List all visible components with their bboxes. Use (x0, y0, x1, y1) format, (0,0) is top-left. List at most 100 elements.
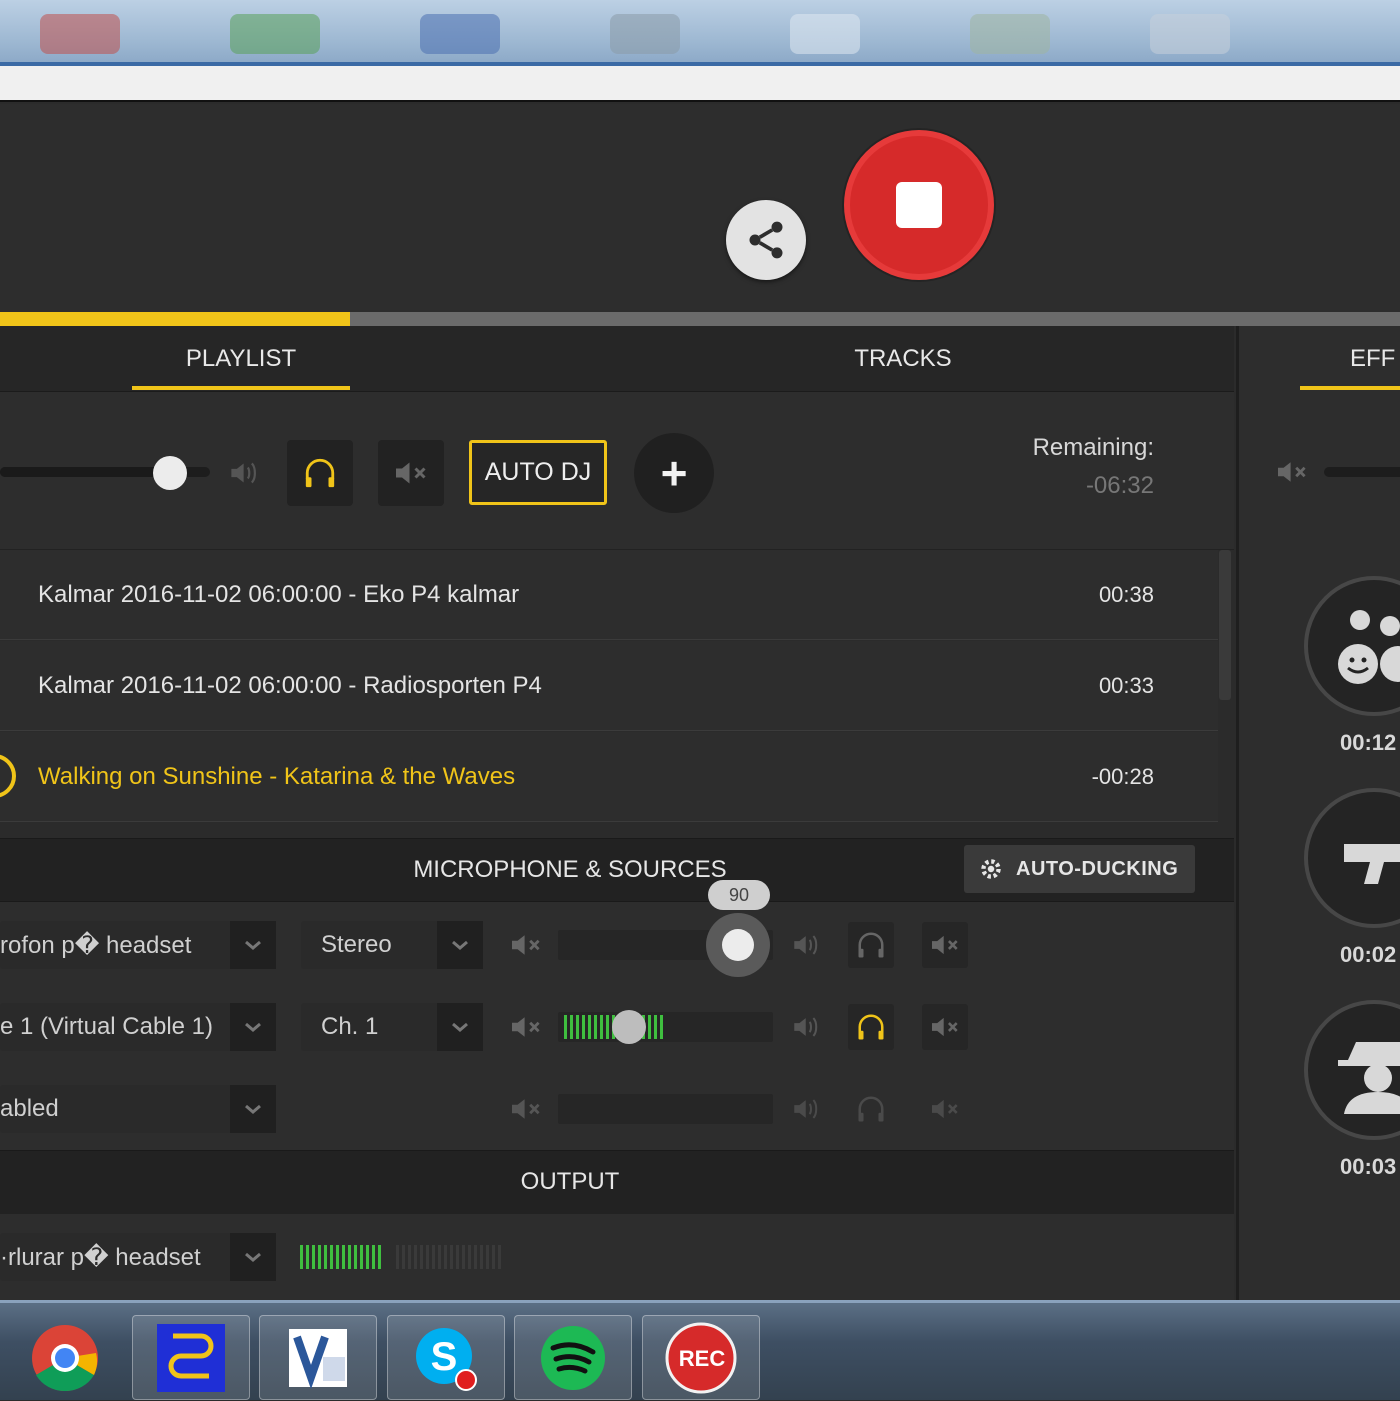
auto-ducking-button[interactable]: AUTO-DUCKING (964, 845, 1195, 893)
mute-icon (932, 1099, 958, 1119)
chevron-down-icon (230, 1233, 276, 1281)
headphones-icon (858, 1014, 884, 1040)
source-monitor-button[interactable] (848, 922, 894, 968)
playlist-volume-fill (0, 467, 160, 477)
taskbar-skype[interactable]: S (387, 1315, 505, 1400)
share-icon (749, 221, 783, 259)
chevron-down-icon (437, 921, 483, 969)
track-title: Walking on Sunshine - Katarina & the Wav… (38, 762, 516, 790)
taskbar-chrome[interactable] (6, 1315, 124, 1400)
source-device-select[interactable]: e 1 (Virtual Cable 1) (0, 1003, 276, 1051)
track-duration: 00:33 (1098, 672, 1154, 698)
volume-up-icon[interactable] (788, 1094, 826, 1124)
chrome-icon (32, 1324, 98, 1391)
source-device-value: abled (0, 1095, 59, 1122)
tab-tracks[interactable]: TRACKS (780, 326, 1026, 392)
taskbar-rec-app[interactable]: REC (642, 1315, 760, 1400)
tab-playlist[interactable]: PLAYLIST (132, 326, 350, 392)
chevron-down-icon (437, 1003, 483, 1051)
effect-time: 00:02 (1340, 942, 1397, 967)
source-mute-button[interactable] (922, 1086, 968, 1132)
progress-fill (0, 312, 350, 326)
effect-pad-spy[interactable] (1304, 1000, 1400, 1140)
source-mute-icon[interactable] (506, 1094, 546, 1124)
volume-value-badge: 90 (708, 880, 770, 910)
effects-tab-indicator (1300, 386, 1400, 390)
playlist-scrollbar[interactable] (1219, 550, 1231, 700)
crowd-faces-icon (1338, 610, 1400, 684)
volume-up-icon[interactable] (788, 1012, 826, 1042)
desktop-icon-blur (420, 14, 500, 54)
add-track-button[interactable]: + (634, 433, 714, 513)
output-device-select[interactable]: ·rlurar p� headset (0, 1233, 276, 1281)
playlist-volume-knob[interactable] (153, 456, 187, 490)
stop-recording-button[interactable] (844, 130, 994, 280)
playlist-headphones-button[interactable] (287, 440, 353, 506)
playlist-row[interactable]: Kalmar 2016-11-02 06:00:00 - Eko P4 kalm… (0, 550, 1218, 640)
rec-app-label: REC (678, 1345, 726, 1371)
svg-text:S: S (431, 1335, 458, 1379)
tab-effects[interactable]: EFF (1350, 326, 1395, 392)
source-monitor-button[interactable] (848, 1086, 894, 1132)
source-mute-button[interactable] (922, 1004, 968, 1050)
source-device-select[interactable]: rofon p� headset (0, 921, 276, 969)
remaining-time: -06:32 (1085, 472, 1154, 499)
playlist-row[interactable]: Kalmar 2016-11-02 06:00:00 - Radiosporte… (0, 641, 1218, 731)
cable-app-icon (157, 1323, 225, 1392)
chevron-down-icon (230, 921, 276, 969)
source-volume-knob[interactable] (722, 929, 754, 961)
headphones-icon (858, 1096, 884, 1122)
desktop-icon-blur (610, 14, 680, 54)
gun-icon (1344, 844, 1400, 884)
auto-dj-button[interactable]: AUTO DJ (469, 440, 607, 505)
track-duration: -00:28 (1091, 763, 1154, 789)
gear-icon (981, 859, 1001, 879)
source-channel-value: Stereo (321, 931, 392, 958)
headphones-icon (858, 932, 884, 958)
volume-up-icon[interactable] (226, 455, 264, 491)
volume-up-icon[interactable] (788, 930, 826, 960)
desktop-icon-blur (1150, 14, 1230, 54)
mute-icon (396, 462, 426, 484)
share-button[interactable] (726, 200, 806, 280)
browser-bar (0, 66, 1400, 102)
desktop-background-strip (0, 0, 1400, 66)
taskbar-cable-app[interactable] (132, 1315, 250, 1400)
chevron-down-icon (230, 1085, 276, 1133)
auto-ducking-label: AUTO-DUCKING (1016, 857, 1179, 880)
output-section-title: OUTPUT (520, 1168, 620, 1195)
source-channel-select[interactable]: Ch. 1 (301, 1003, 483, 1051)
source-device-select[interactable]: abled (0, 1085, 276, 1133)
taskbar-spotify[interactable] (514, 1315, 632, 1400)
source-channel-select[interactable]: Stereo (301, 921, 483, 969)
track-title: Kalmar 2016-11-02 06:00:00 - Radiosporte… (38, 671, 542, 699)
source-volume-knob[interactable] (612, 1010, 646, 1044)
visio-icon (289, 1328, 347, 1389)
effect-pad-crowd[interactable] (1304, 576, 1400, 716)
playlist-mute-button[interactable] (378, 440, 444, 506)
source-monitor-button[interactable] (848, 1004, 894, 1050)
track-title: Kalmar 2016-11-02 06:00:00 - Eko P4 kalm… (38, 580, 520, 608)
active-tab-indicator (132, 386, 350, 390)
source-device-value: e 1 (Virtual Cable 1) (0, 1013, 213, 1040)
effects-volume-slider[interactable] (1324, 467, 1400, 477)
effect-pad-gun[interactable] (1304, 788, 1400, 928)
source-device-value: rofon p� headset (0, 931, 192, 959)
source-level-meter (558, 1094, 773, 1124)
headphones-icon (305, 458, 335, 488)
playlist-row-playing[interactable]: Walking on Sunshine - Katarina & the Wav… (0, 732, 1218, 822)
desktop-icon-blur (230, 14, 320, 54)
effects-mute-icon[interactable] (1272, 457, 1312, 487)
source-mute-icon[interactable] (506, 1012, 546, 1042)
source-channel-value: Ch. 1 (321, 1013, 379, 1040)
output-level-meter (300, 1243, 504, 1271)
taskbar-visio[interactable] (259, 1315, 377, 1400)
effect-time: 00:03 (1340, 1154, 1397, 1179)
track-duration: 00:38 (1098, 581, 1154, 607)
source-mute-icon[interactable] (506, 930, 546, 960)
effect-time: 00:12 (1340, 730, 1397, 755)
desktop-icon-blur (790, 14, 860, 54)
source-level-meter (558, 1012, 773, 1042)
source-mute-button[interactable] (922, 922, 968, 968)
spotify-icon (541, 1325, 605, 1390)
